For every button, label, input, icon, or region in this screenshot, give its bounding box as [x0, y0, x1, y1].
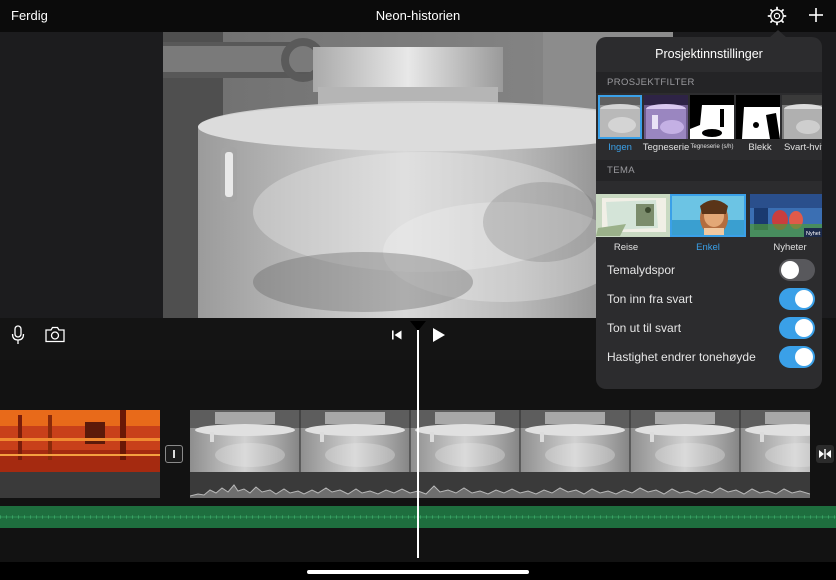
toggle-knob [781, 261, 799, 279]
theme-label-nyheter: Nyheter [773, 242, 807, 253]
theme-section-header: TEMA [596, 160, 822, 181]
theme-nyheter[interactable]: Nyhet [750, 194, 822, 237]
filter-tegneserie[interactable] [644, 95, 688, 139]
toggle-knob [795, 290, 813, 308]
speed-pitch-toggle[interactable] [779, 346, 815, 368]
home-indicator[interactable] [307, 570, 529, 574]
play-icon[interactable] [431, 327, 447, 348]
popover-title: Prosjektinnstillinger [655, 47, 763, 61]
option-label-fade-in: Ton inn fra svart [607, 292, 693, 306]
video-clip-tank[interactable] [190, 410, 810, 472]
fade-in-toggle[interactable] [779, 288, 815, 310]
filter-tegneserie-sh[interactable] [690, 95, 734, 139]
option-label-fade-out: Ton ut til svart [607, 321, 682, 335]
transition-button[interactable] [165, 445, 183, 463]
temalydspor-toggle[interactable] [779, 259, 815, 281]
filter-section-label: PROSJEKTFILTER [607, 77, 695, 88]
option-label-temalydspor: Temalydspor [607, 263, 676, 277]
top-bar: Ferdig Neon-historien [0, 0, 836, 32]
filter-ingen[interactable] [598, 95, 642, 139]
project-title: Neon-historien [375, 8, 461, 23]
audio-waveform [189, 472, 811, 498]
project-settings-popover: Prosjektinnstillinger PROSJEKTFILTER Ing… [596, 37, 822, 389]
video-clip-neon[interactable] [0, 410, 160, 472]
option-label-speed-pitch: Hastighet endrer tonehøyde [607, 350, 756, 364]
toggle-knob [795, 348, 813, 366]
theme-reise[interactable] [596, 194, 672, 237]
toggle-knob [795, 319, 813, 337]
theme-section-label: TEMA [607, 165, 635, 176]
filter-section-header: PROSJEKTFILTER [596, 72, 822, 93]
microphone-icon[interactable] [10, 325, 26, 350]
plus-icon[interactable] [806, 5, 826, 25]
filter-blekk[interactable] [736, 95, 780, 139]
theme-label-enkel: Enkel [696, 242, 720, 253]
news-badge-text: Nyhet [806, 231, 821, 237]
theme-enkel[interactable] [670, 194, 746, 237]
camera-icon[interactable] [44, 326, 66, 348]
filter-label-svart-hvit: Svart-hvit [783, 142, 822, 153]
filter-svart-hvit[interactable] [782, 95, 822, 139]
playhead[interactable] [417, 330, 419, 558]
clip-audio-strip [0, 472, 160, 498]
skip-back-icon[interactable] [391, 328, 403, 346]
project-end-button[interactable] [816, 445, 834, 463]
fade-out-toggle[interactable] [779, 317, 815, 339]
theme-label-reise: Reise [613, 242, 639, 253]
gear-icon[interactable] [767, 6, 787, 26]
